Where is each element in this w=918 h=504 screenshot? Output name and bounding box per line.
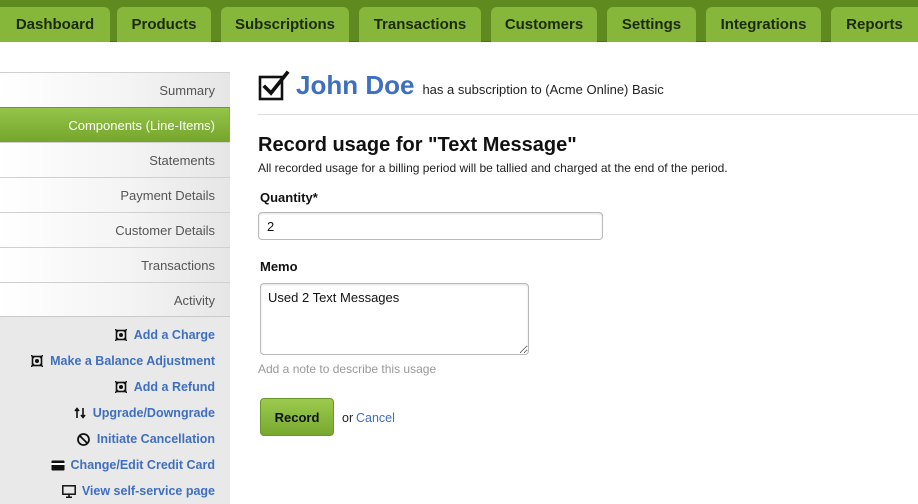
- sidebar: Summary Components (Line-Items) Statemen…: [0, 42, 238, 504]
- action-label: Upgrade/Downgrade: [92, 406, 215, 420]
- charge-icon: [114, 328, 128, 342]
- header-divider: [258, 114, 918, 115]
- action-label: Make a Balance Adjustment: [50, 354, 215, 368]
- form-description: All recorded usage for a billing period …: [258, 161, 728, 175]
- action-label: View self-service page: [81, 484, 215, 498]
- tab-label: Products: [131, 16, 197, 33]
- charge-icon: [114, 380, 128, 394]
- memo-label: Memo: [260, 259, 298, 274]
- tab-integrations[interactable]: Integrations: [706, 7, 821, 42]
- sidebar-item-components[interactable]: Components (Line-Items): [0, 107, 230, 142]
- tab-label: Customers: [504, 16, 584, 33]
- upgrade-downgrade-link[interactable]: Upgrade/Downgrade: [73, 404, 215, 422]
- credit-card-icon: [51, 458, 65, 472]
- tab-subscriptions[interactable]: Subscriptions: [221, 7, 349, 42]
- sidebar-spacer: [0, 42, 230, 72]
- tab-label: Integrations: [720, 16, 807, 33]
- sidebar-item-customer-details[interactable]: Customer Details: [0, 212, 230, 247]
- balance-adjustment-link[interactable]: Make a Balance Adjustment: [30, 352, 215, 370]
- action-label: Add a Refund: [133, 380, 215, 394]
- main-content: John Doe has a subscription to (Acme Onl…: [230, 42, 918, 504]
- sidebar-item-summary[interactable]: Summary: [0, 72, 230, 107]
- sidebar-item-activity[interactable]: Activity: [0, 282, 230, 317]
- quantity-label: Quantity*: [260, 190, 318, 205]
- tab-transactions[interactable]: Transactions: [359, 7, 481, 42]
- tab-customers[interactable]: Customers: [491, 7, 597, 42]
- sidebar-item-label: Customer Details: [115, 222, 215, 238]
- or-text: or: [342, 411, 354, 425]
- subscription-header: John Doe has a subscription to (Acme Onl…: [296, 70, 664, 101]
- tab-label: Settings: [621, 16, 682, 33]
- sidebar-item-label: Payment Details: [120, 187, 215, 203]
- tab-reports[interactable]: Reports: [831, 7, 918, 42]
- customer-name-link[interactable]: John Doe: [296, 70, 414, 101]
- form-title: Record usage for "Text Message": [258, 134, 577, 156]
- sidebar-item-label: Activity: [173, 292, 215, 308]
- add-refund-link[interactable]: Add a Refund: [114, 378, 215, 396]
- edit-credit-card-link[interactable]: Change/Edit Credit Card: [51, 456, 215, 474]
- initiate-cancellation-link[interactable]: Initiate Cancellation: [77, 430, 215, 448]
- memo-hint: Add a note to describe this usage: [258, 362, 437, 376]
- tab-settings[interactable]: Settings: [607, 7, 696, 42]
- cancel-circle-icon: [77, 432, 91, 446]
- monitor-icon: [61, 484, 76, 498]
- quantity-input[interactable]: [258, 212, 603, 240]
- action-label: Add a Charge: [133, 328, 215, 342]
- tab-products[interactable]: Products: [117, 7, 211, 42]
- tab-label: Dashboard: [15, 16, 95, 33]
- sidebar-item-label: Transactions: [141, 257, 215, 273]
- sidebar-item-transactions[interactable]: Transactions: [0, 247, 230, 282]
- top-nav: Dashboard Products Subscriptions Transac…: [0, 0, 918, 42]
- add-charge-link[interactable]: Add a Charge: [114, 326, 215, 344]
- tab-dashboard[interactable]: Dashboard: [0, 7, 110, 42]
- sidebar-item-label: Components (Line-Items): [68, 117, 215, 133]
- sidebar-item-label: Statements: [149, 152, 215, 168]
- action-label: Initiate Cancellation: [96, 432, 215, 446]
- subscription-description: has a subscription to (Acme Online) Basi…: [422, 82, 664, 97]
- sidebar-item-label: Summary: [159, 82, 215, 98]
- self-service-page-link[interactable]: View self-service page: [61, 482, 215, 500]
- action-label: Change/Edit Credit Card: [70, 458, 215, 472]
- tab-label: Transactions: [373, 16, 467, 33]
- sidebar-item-payment-details[interactable]: Payment Details: [0, 177, 230, 212]
- memo-textarea[interactable]: Used 2 Text Messages: [260, 283, 529, 355]
- up-down-arrows-icon: [73, 406, 87, 420]
- checkbox-checked-icon: [258, 70, 290, 101]
- sidebar-divider: [0, 316, 230, 317]
- record-button[interactable]: Record: [260, 398, 334, 436]
- tab-label: Subscriptions: [234, 16, 335, 33]
- cancel-link[interactable]: Cancel: [356, 411, 395, 425]
- charge-icon: [30, 354, 44, 368]
- tab-label: Reports: [846, 16, 903, 33]
- sidebar-item-statements[interactable]: Statements: [0, 142, 230, 177]
